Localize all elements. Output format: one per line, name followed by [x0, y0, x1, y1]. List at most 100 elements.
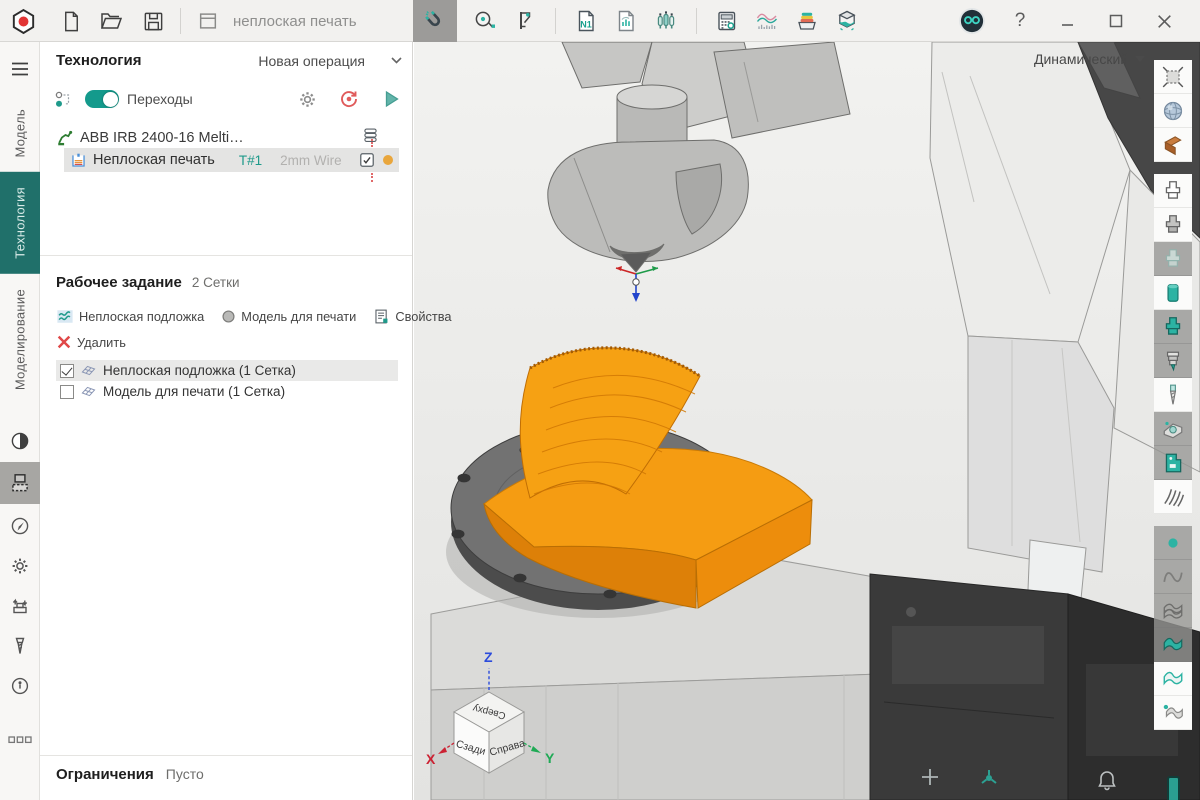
tool-holder-gray-button[interactable] [1154, 208, 1192, 242]
worktask-item[interactable]: Неплоская подложка (1 Сетка) [56, 360, 398, 381]
design-button[interactable] [0, 507, 40, 544]
window-controls-group: ? [948, 0, 1188, 42]
structure-icon[interactable] [54, 90, 73, 109]
robot-status-button[interactable] [978, 767, 1000, 794]
tree-operation-row-selected[interactable]: Неплоская печать T#1 2mm Wire [64, 148, 399, 172]
calculator-button[interactable] [710, 4, 744, 38]
help-label: ? [1015, 10, 1026, 32]
gcode-n1-icon: N1 [574, 9, 598, 33]
viewport-3d[interactable]: Z Сверху Сзади Справа X Y Динамический [414, 42, 1200, 800]
compass-pen-icon [9, 515, 31, 537]
tree-machine-row[interactable]: ABB IRB 2400-16 Melti… [56, 128, 352, 148]
help-button[interactable]: ? [1003, 4, 1037, 38]
open-file-button[interactable] [94, 4, 128, 38]
recalculate-icon[interactable] [338, 88, 360, 110]
drill-button[interactable] [1154, 378, 1192, 412]
tool-holder-outline-button[interactable] [1154, 174, 1192, 208]
view-mode-dropdown[interactable]: Динамический [1034, 51, 1145, 67]
document-tab-icon [197, 10, 219, 32]
tool-stack-button[interactable] [1154, 344, 1192, 378]
notifications-button[interactable] [1096, 767, 1118, 796]
rail-tab-technology[interactable]: Технология [0, 172, 40, 274]
tool-flange-button[interactable] [1154, 310, 1192, 344]
calculator-icon [715, 9, 739, 33]
new-operation-dropdown[interactable]: Новая операция [258, 53, 402, 69]
toolpath-hatch-button[interactable] [1154, 480, 1192, 514]
print-model-label: Модель для печати [241, 309, 356, 324]
link-connector [371, 139, 373, 147]
origin-button[interactable] [0, 422, 40, 459]
operation-checkbox-checked[interactable] [359, 152, 375, 168]
minimize-icon [1059, 12, 1077, 30]
operation-settings-gear-icon[interactable] [297, 89, 318, 110]
close-button[interactable] [1147, 4, 1181, 38]
surface-view-button[interactable] [1154, 128, 1192, 162]
item-checkbox-unchecked[interactable] [60, 385, 74, 399]
maximize-button[interactable] [1099, 4, 1133, 38]
tool-cylinder-button[interactable] [1154, 276, 1192, 310]
wave-surface-outline-icon [1161, 599, 1185, 623]
worktask-item-label: Модель для печати (1 Сетка) [103, 384, 285, 399]
tool-button[interactable] [0, 627, 40, 664]
tools-library-button[interactable] [649, 4, 683, 38]
tool-ghost-icon [1161, 247, 1185, 271]
minimize-button[interactable] [1051, 4, 1085, 38]
tool-ghost-button[interactable] [1154, 242, 1192, 276]
magnet-snap-button[interactable] [413, 0, 457, 42]
transitions-toggle[interactable] [85, 90, 119, 108]
constraints-title: Ограничения [56, 766, 154, 783]
save-file-button[interactable] [136, 4, 170, 38]
machine-button[interactable] [1154, 446, 1192, 480]
surface-icon [1161, 133, 1185, 157]
scene-3d[interactable]: Z Сверху Сзади Справа X Y [414, 42, 1200, 800]
item-checkbox-checked[interactable] [60, 364, 74, 378]
new-file-icon [60, 10, 83, 33]
tool-stack-icon [1161, 349, 1185, 373]
play-icon[interactable] [380, 88, 402, 110]
shaded-view-button[interactable] [1154, 94, 1192, 128]
wave-flag-button[interactable] [1154, 696, 1192, 730]
substrate-button[interactable]: Неплоская подложка [56, 308, 204, 325]
properties-button[interactable]: Свойства [373, 308, 451, 325]
simulation-button[interactable] [830, 4, 864, 38]
caliper-button[interactable] [508, 4, 542, 38]
worktask-item[interactable]: Модель для печати (1 Сетка) [56, 381, 398, 402]
spline-button[interactable] [1154, 560, 1192, 594]
report-button[interactable] [609, 4, 643, 38]
more-button[interactable] [0, 721, 40, 758]
print-model-button[interactable]: Модель для печати [221, 309, 356, 324]
fit-view-button[interactable] [1154, 60, 1192, 94]
delete-button[interactable]: Удалить [56, 334, 126, 350]
wave-light-button[interactable] [1154, 662, 1192, 696]
workpiece-button[interactable] [1154, 412, 1192, 446]
assistant-button[interactable] [955, 4, 989, 38]
gauge-icon [9, 675, 31, 697]
simulation-icon [835, 9, 859, 33]
graphs-button[interactable] [750, 4, 784, 38]
substrate-label: Неплоская подложка [79, 309, 204, 324]
printer-mode-button[interactable] [0, 462, 40, 504]
measure-tape-button[interactable] [468, 4, 502, 38]
wave-solid-button[interactable] [1154, 628, 1192, 662]
new-file-button[interactable] [54, 4, 88, 38]
maximize-icon [1107, 12, 1125, 30]
settings-button[interactable] [0, 547, 40, 584]
plus-icon [920, 767, 940, 787]
gauge-button[interactable] [0, 667, 40, 704]
point-button[interactable] [1154, 526, 1192, 560]
rail-tab-modeling[interactable]: Моделирование [0, 274, 40, 405]
rail-tab-model[interactable]: Модель [0, 94, 40, 172]
add-button[interactable] [920, 767, 940, 792]
battery-indicator[interactable] [1167, 776, 1180, 800]
tool-flange-icon [1161, 315, 1185, 339]
app-logo[interactable] [6, 4, 40, 38]
measure-tape-icon [473, 9, 497, 33]
document-tab[interactable] [191, 4, 225, 38]
layers-button[interactable] [790, 4, 824, 38]
point-icon [1161, 531, 1185, 555]
wave-surface-light-icon [1161, 667, 1185, 691]
press-button[interactable] [0, 587, 40, 624]
wave-outline-button[interactable] [1154, 594, 1192, 628]
gcode-button[interactable]: N1 [569, 4, 603, 38]
main-menu-button[interactable] [0, 54, 40, 84]
